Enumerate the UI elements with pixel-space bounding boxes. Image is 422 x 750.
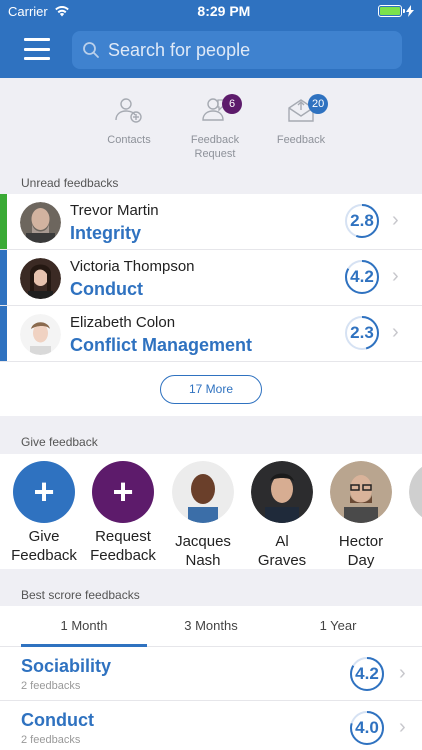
wifi-icon (54, 5, 69, 17)
avatar (20, 314, 61, 355)
plus-circle-icon: + (92, 461, 154, 523)
status-bar-indicator (0, 250, 7, 305)
contact-jacques-nash[interactable]: Jacques Nash (163, 461, 243, 569)
unread-section-title: Unread feedbacks (21, 176, 119, 190)
best-section-title: Best scrore feedbacks (21, 588, 140, 602)
period-tabs: 1 Month 3 Months 1 Year (0, 606, 422, 647)
request-label-1: Request (95, 528, 151, 545)
status-bar: Carrier 8:29 PM (0, 0, 422, 22)
list-item[interactable]: Elizabeth Colon Conflict Management 2.3 … (0, 306, 422, 362)
contact-first-name: Jacques (175, 533, 231, 550)
sender-name: Victoria Thompson (70, 258, 195, 275)
avatar (409, 461, 422, 523)
contact-last-name: Nash (185, 552, 221, 569)
give-label-2: Feedback (11, 547, 77, 564)
chevron-right-icon: › (392, 209, 399, 231)
avatar (172, 461, 234, 523)
tab-1-year[interactable]: 1 Year (275, 618, 401, 633)
feedback-count: 2 feedbacks (21, 680, 81, 692)
give-feedback-carousel: + Give Feedback + Request Feedback Jacques… (0, 454, 422, 569)
feedback-topic: Conflict Management (70, 335, 253, 355)
plus-circle-icon: + (13, 461, 75, 523)
feedback-badge: 20 (308, 94, 329, 114)
chevron-right-icon: › (399, 662, 406, 684)
contact-first-name: Hector (338, 533, 384, 550)
add-contact-icon (115, 98, 142, 123)
best-score-list: 1 Month 3 Months 1 Year Sociability 2 fe… (0, 606, 422, 750)
request-label-2: Feedback (90, 547, 156, 564)
app-header: Carrier 8:29 PM (0, 0, 422, 78)
feedback-topic: Conduct (21, 710, 94, 730)
contact-hector-day[interactable]: Hector Day (321, 461, 401, 569)
contact-last-name: Graves (257, 552, 307, 569)
search-input[interactable] (108, 39, 388, 61)
search-bar[interactable] (72, 31, 402, 69)
score-badge: 4.2 (350, 657, 384, 691)
contact-partial[interactable]: SaH (400, 461, 422, 569)
feedback-topic: Integrity (70, 223, 142, 243)
give-label-1: Give (28, 528, 60, 545)
give-feedback-button[interactable]: + Give Feedback (4, 461, 84, 565)
chevron-right-icon: › (399, 716, 406, 738)
list-item[interactable]: Sociability 2 feedbacks 4.2 › (0, 647, 422, 701)
chevron-right-icon: › (392, 321, 399, 343)
more-button[interactable]: 17 More (160, 375, 262, 404)
give-section-title: Give feedback (21, 435, 98, 449)
list-item[interactable]: Trevor Martin Integrity 2.8 › (0, 194, 422, 250)
feedback-topic: Conduct (70, 279, 143, 299)
list-item[interactable]: Conduct 2 feedbacks 4.0 › (0, 701, 422, 750)
score-badge: 2.3 (345, 316, 379, 350)
contact-last-name: Day (347, 552, 375, 569)
score-badge: 4.0 (350, 711, 384, 745)
score-badge: 2.8 (345, 204, 379, 238)
status-time: 8:29 PM (197, 3, 251, 19)
status-bar-indicator (0, 194, 7, 249)
contacts-label: Contacts (107, 134, 151, 146)
hamburger-menu-button[interactable] (24, 38, 50, 60)
score-badge: 4.2 (345, 260, 379, 294)
status-bar-indicator (0, 306, 7, 361)
unread-feedback-list: Trevor Martin Integrity 2.8 › Victoria T… (0, 194, 422, 416)
list-item[interactable]: Victoria Thompson Conduct 4.2 › (0, 250, 422, 306)
avatar (330, 461, 392, 523)
contact-first-name: Al (275, 533, 289, 550)
contact-al-graves[interactable]: Al Graves (242, 461, 322, 569)
feedback-count: 2 feedbacks (21, 734, 81, 746)
charging-icon (406, 5, 414, 17)
carrier-label: Carrier (8, 3, 48, 19)
contacts-button[interactable]: Contacts (86, 78, 172, 170)
avatar (20, 202, 61, 243)
feedback-request-badge: 6 (222, 94, 242, 114)
chevron-right-icon: › (392, 265, 399, 287)
request-feedback-button[interactable]: + Request Feedback (83, 461, 163, 565)
tab-1-month[interactable]: 1 Month (21, 618, 147, 633)
feedback-label: Feedback (276, 134, 326, 146)
feedback-request-label: Feedback Request (190, 134, 240, 160)
search-icon (83, 42, 99, 58)
sender-name: Elizabeth Colon (70, 314, 176, 331)
feedback-request-button[interactable]: Feedback Request 6 (172, 78, 258, 170)
feedback-button[interactable]: Feedback 20 (258, 78, 344, 170)
avatar (20, 258, 61, 299)
avatar (251, 461, 313, 523)
sender-name: Trevor Martin (70, 202, 159, 219)
battery-icon (378, 5, 405, 17)
feedback-topic: Sociability (21, 656, 112, 676)
quick-actions: Contacts Feedback Request 6 Feedback 20 (0, 78, 422, 170)
tab-3-months[interactable]: 3 Months (148, 618, 274, 633)
